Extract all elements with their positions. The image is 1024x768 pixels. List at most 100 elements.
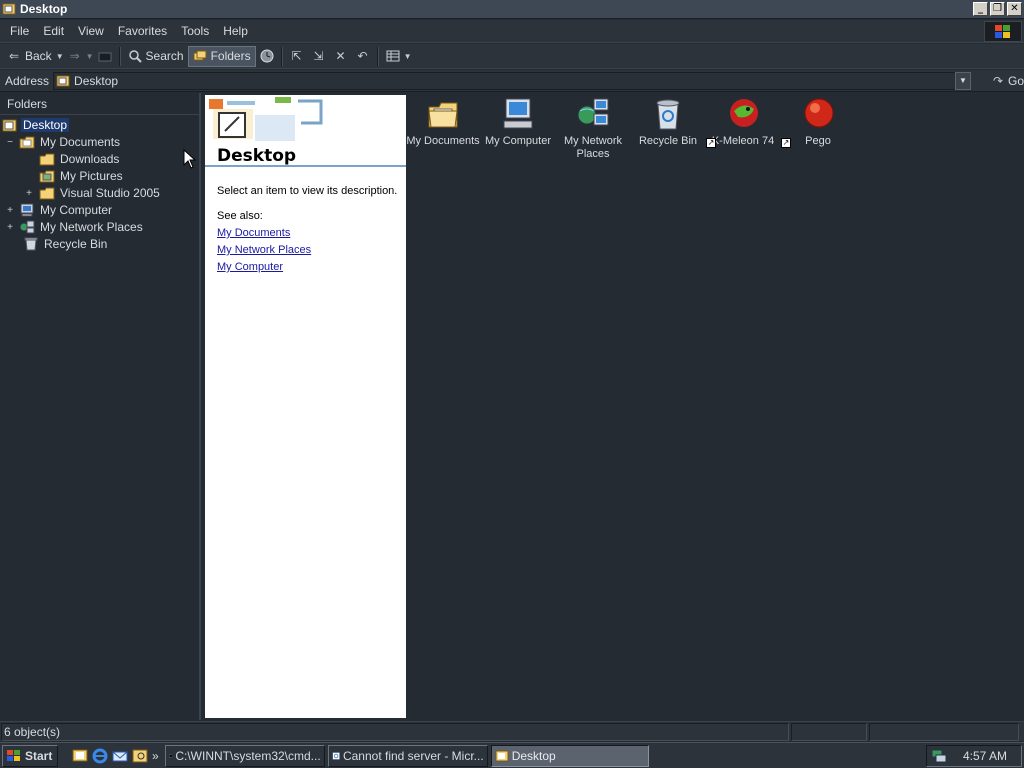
task-browser[interactable]: Cannot find server - Micr... xyxy=(327,744,488,767)
history-button[interactable] xyxy=(256,46,278,67)
folders-header: Folders xyxy=(0,93,199,115)
title-bar: Desktop _ ❐ ✕ xyxy=(0,0,1024,19)
window-title: Desktop xyxy=(20,2,68,16)
task-cmd[interactable]: C:\ C:\WINNT\system32\cmd... xyxy=(164,744,325,767)
search-icon xyxy=(128,50,142,63)
undo-button[interactable]: ↶ xyxy=(352,46,374,67)
menu-file[interactable]: File xyxy=(3,24,36,38)
start-button[interactable]: Start xyxy=(2,744,58,767)
clock[interactable]: 4:57 AM xyxy=(963,749,1007,763)
see-also-label: See also: xyxy=(217,210,263,222)
menu-edit[interactable]: Edit xyxy=(36,24,71,38)
browser-page-icon xyxy=(331,751,340,760)
menu-favorites[interactable]: Favorites xyxy=(111,24,174,38)
restore-button[interactable]: ❐ xyxy=(990,2,1005,16)
my-computer-icon xyxy=(503,98,533,129)
start-label: Start xyxy=(25,748,53,763)
desktop-icon xyxy=(56,75,70,86)
forward-dropdown-icon[interactable]: ▼ xyxy=(86,52,94,61)
tree-item-my-network-places[interactable]: + My Network Places xyxy=(5,219,145,235)
task-label: Desktop xyxy=(511,748,556,763)
shortcut-arrow-icon: ↗ xyxy=(781,138,791,148)
link-my-network-places[interactable]: My Network Places xyxy=(217,244,311,256)
windows-flag-icon xyxy=(995,24,1010,38)
desktop-icon-my-documents[interactable]: My Documents xyxy=(406,97,480,148)
address-input[interactable]: Desktop ▼ xyxy=(53,71,971,90)
forward-button[interactable]: ⇒ xyxy=(64,46,86,67)
webview-banner: Desktop xyxy=(205,95,406,167)
delete-button[interactable]: ✕ xyxy=(330,46,352,67)
explorer-icon[interactable] xyxy=(132,748,148,764)
my-documents-icon xyxy=(428,102,458,128)
icon-caption: Recycle Bin xyxy=(638,135,698,147)
desktop-icon xyxy=(495,750,509,761)
webview-panel: Desktop Select an item to view its descr… xyxy=(205,95,406,718)
back-button[interactable]: ⇐ Back xyxy=(3,46,56,67)
move-to-button[interactable]: ⇱ xyxy=(286,46,308,67)
taskbar: Start » C:\ C:\WINNT\system32\cmd... Can… xyxy=(0,742,1024,768)
task-desktop[interactable]: Desktop xyxy=(490,744,649,767)
collapse-icon[interactable]: − xyxy=(5,137,15,148)
search-button[interactable]: Search xyxy=(124,46,188,67)
network-tray-icon[interactable] xyxy=(931,749,947,763)
go-label: Go xyxy=(1007,73,1024,88)
go-arrow-icon: ↷ xyxy=(992,73,1004,88)
folders-label: Folders xyxy=(210,49,251,63)
icon-caption: My Documents xyxy=(406,135,480,147)
expand-icon[interactable]: + xyxy=(5,205,15,216)
tree-label: My Computer xyxy=(40,203,113,217)
address-dropdown-icon[interactable]: ▼ xyxy=(954,71,971,90)
show-desktop-icon[interactable] xyxy=(72,748,88,764)
recycle-bin-icon xyxy=(656,99,680,130)
tree-item-visual-studio-2005[interactable]: + Visual Studio 2005 xyxy=(24,185,162,201)
desktop-icon-my-network-places[interactable]: My Network Places xyxy=(556,97,630,161)
tree-item-recycle-bin[interactable]: Recycle Bin xyxy=(20,236,109,252)
pego-icon xyxy=(804,98,834,128)
icon-caption: My Computer xyxy=(484,135,552,147)
tree-item-my-pictures[interactable]: My Pictures xyxy=(39,168,125,184)
icon-caption: K-Meleon 74 xyxy=(711,135,775,147)
tree-label: Downloads xyxy=(60,152,120,166)
copy-to-button[interactable]: ⇲ xyxy=(308,46,330,67)
expand-icon[interactable]: + xyxy=(24,188,34,199)
back-dropdown-icon[interactable]: ▼ xyxy=(56,52,64,61)
views-icon xyxy=(386,50,400,62)
expand-icon[interactable]: + xyxy=(5,222,15,233)
menu-view[interactable]: View xyxy=(71,24,111,38)
my-documents-folder-icon xyxy=(19,136,35,149)
move-to-icon: ⇱ xyxy=(291,49,302,63)
address-bar: Address Desktop ▼ ↷ Go xyxy=(0,70,1024,92)
desktop-icon-k-meleon[interactable]: ↗ K-Meleon 74 xyxy=(706,97,780,148)
link-my-computer[interactable]: My Computer xyxy=(217,261,283,273)
views-button[interactable]: ▼ xyxy=(382,46,416,67)
toolbar-separator xyxy=(118,46,121,66)
tree-item-my-documents[interactable]: − My Documents xyxy=(5,134,122,150)
desktop-icon xyxy=(2,119,17,132)
outlook-express-icon[interactable] xyxy=(112,748,128,764)
up-button[interactable] xyxy=(94,46,116,67)
menu-tools[interactable]: Tools xyxy=(174,24,216,38)
folders-icon xyxy=(193,50,207,61)
history-icon xyxy=(260,49,274,63)
menu-help[interactable]: Help xyxy=(216,24,255,38)
tree-item-downloads[interactable]: Downloads xyxy=(39,151,121,167)
link-my-documents[interactable]: My Documents xyxy=(217,227,290,239)
desktop-icon-my-computer[interactable]: My Computer xyxy=(481,97,555,148)
minimize-button[interactable]: _ xyxy=(973,2,988,16)
folders-button[interactable]: Folders xyxy=(187,45,256,67)
quick-launch-chevron-icon[interactable]: » xyxy=(152,749,159,763)
svg-text:C:\: C:\ xyxy=(169,755,172,757)
internet-explorer-icon[interactable] xyxy=(92,748,108,764)
status-cell-zone xyxy=(869,723,1019,741)
task-label: Cannot find server - Micr... xyxy=(342,748,484,763)
go-button[interactable]: ↷ Go xyxy=(991,74,1024,88)
folders-pane: Folders Desktop − My Documents Downloads… xyxy=(0,93,201,720)
tree-item-desktop[interactable]: Desktop xyxy=(2,117,70,133)
tree-label: Recycle Bin xyxy=(44,237,108,251)
webview-description: Select an item to view its description. xyxy=(217,185,398,197)
desktop-icon-recycle-bin[interactable]: Recycle Bin xyxy=(631,97,705,148)
close-button[interactable]: ✕ xyxy=(1007,2,1022,16)
address-value: Desktop xyxy=(74,73,119,88)
desktop-icon-pego[interactable]: ↗ Pego xyxy=(781,97,855,148)
tree-item-my-computer[interactable]: + My Computer xyxy=(5,202,114,218)
